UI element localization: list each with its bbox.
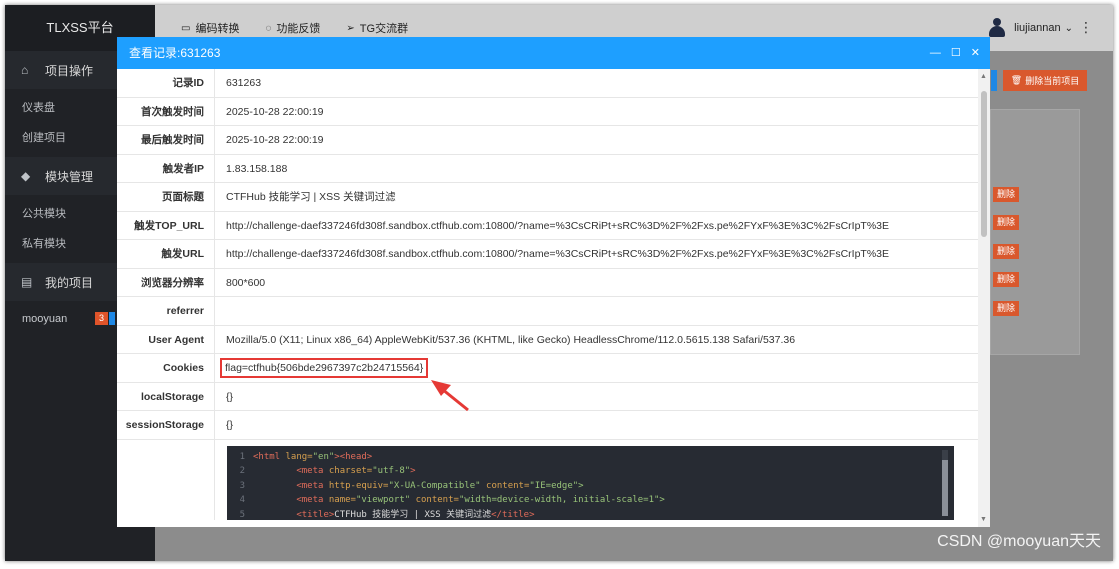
watermark: CSDN @mooyuan天天	[937, 533, 1101, 550]
annotation-arrow-icon	[431, 380, 469, 412]
screenshot-frame: TLXSS平台 ⌂ 项目操作 仪表盘 创建项目 ◆ 模块管理 公共模块 私有模块…	[5, 5, 1113, 561]
